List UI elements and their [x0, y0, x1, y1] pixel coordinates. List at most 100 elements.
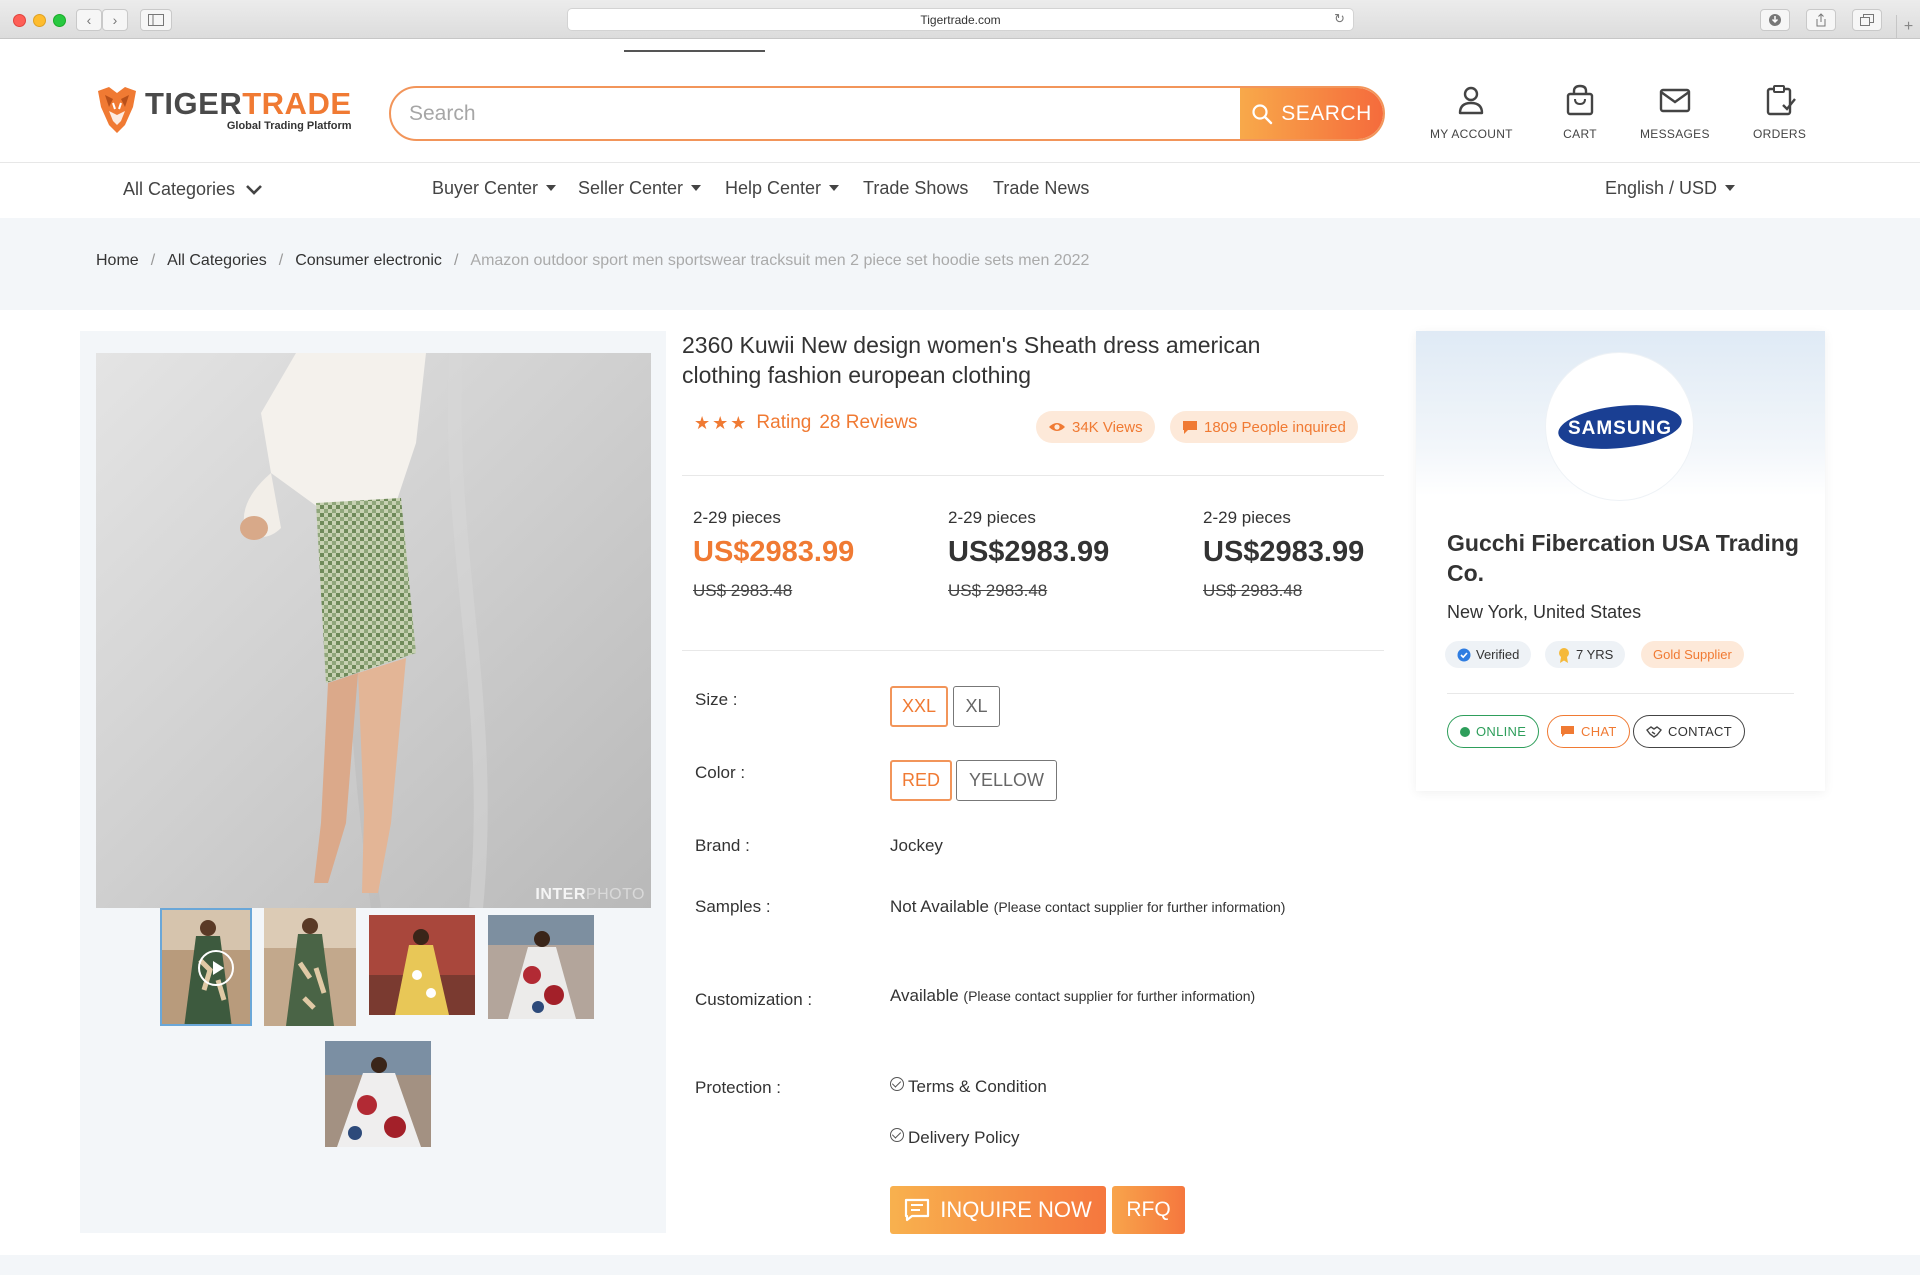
years-label: 7 YRS: [1576, 647, 1614, 662]
tier-original-price: US$ 2983.48: [693, 581, 793, 600]
protection-terms[interactable]: Terms & Condition: [890, 1073, 1047, 1101]
divider: [682, 650, 1384, 651]
online-status-button[interactable]: ONLINE: [1447, 715, 1540, 748]
thumbnail-image: [369, 915, 475, 1015]
minimize-window-button[interactable]: [33, 14, 46, 27]
inquire-now-button[interactable]: INQUIRE NOW: [890, 1186, 1106, 1234]
tiger-logo-icon: [98, 87, 136, 133]
breadcrumb-consumer-electronic[interactable]: Consumer electronic: [295, 252, 442, 270]
share-button[interactable]: [1806, 9, 1836, 31]
thumbnail-video[interactable]: [160, 908, 252, 1026]
nav-seller-center[interactable]: Seller Center: [578, 178, 702, 199]
messages-link[interactable]: MESSAGES: [1640, 83, 1710, 141]
breadcrumb-home[interactable]: Home: [96, 252, 139, 270]
trade-shows-label: Trade Shows: [863, 178, 969, 198]
customization-note: (Please contact supplier for further inf…: [963, 988, 1256, 1004]
tier-price: US$2983.99: [693, 536, 855, 568]
play-icon[interactable]: [198, 950, 234, 986]
thumbnail-3[interactable]: [369, 915, 475, 1015]
main-navigation: All Categories Buyer Center Seller Cente…: [0, 163, 1920, 218]
close-window-button[interactable]: [13, 14, 26, 27]
customization-value: Available (Please contact supplier for f…: [890, 982, 1370, 1010]
forward-button[interactable]: ›: [102, 9, 128, 31]
address-bar[interactable]: Tigertrade.com ↻: [567, 8, 1354, 31]
contact-label: CONTACT: [1668, 724, 1732, 739]
samples-label: Samples :: [695, 897, 771, 916]
nav-help-center[interactable]: Help Center: [725, 178, 840, 199]
caret-down-icon: [1725, 184, 1736, 191]
breadcrumb-bar: Home / All Categories / Consumer electro…: [0, 218, 1920, 310]
browser-toolbar: ‹ › Tigertrade.com ↻ +: [0, 0, 1920, 39]
envelope-icon: [1659, 88, 1691, 113]
supplier-logo[interactable]: SAMSUNG: [1546, 353, 1693, 500]
samples-note: (Please contact supplier for further inf…: [993, 899, 1286, 915]
samples-value: Not Available (Please contact supplier f…: [890, 893, 1290, 921]
search-input[interactable]: [391, 88, 1240, 139]
language-currency-dropdown[interactable]: English / USD: [1605, 178, 1736, 199]
language-currency-label: English / USD: [1605, 178, 1718, 198]
breadcrumb: Home / All Categories / Consumer electro…: [96, 252, 1089, 270]
supplier-card: SAMSUNG Gucchi Fibercation USA Trading C…: [1416, 331, 1825, 791]
sidebar-toggle-button[interactable]: [140, 9, 172, 31]
reload-icon[interactable]: ↻: [1334, 11, 1345, 27]
downloads-button[interactable]: [1760, 9, 1790, 31]
messages-label: MESSAGES: [1640, 127, 1710, 141]
cart-link[interactable]: CART: [1563, 83, 1597, 141]
protection-delivery[interactable]: Delivery Policy: [890, 1124, 1019, 1152]
thumbnail-2[interactable]: [264, 908, 356, 1026]
caret-down-icon: [546, 184, 557, 191]
all-categories-label: All Categories: [123, 179, 236, 199]
tier-quantity: 2-29 pieces: [1203, 508, 1291, 527]
color-option-red[interactable]: RED: [890, 760, 952, 801]
site-logo[interactable]: TIGERTRADE Global Trading Platform: [95, 85, 352, 135]
new-tab-button[interactable]: +: [1896, 15, 1920, 39]
all-categories-dropdown[interactable]: All Categories: [123, 179, 263, 200]
gold-supplier-badge: Gold Supplier: [1641, 641, 1744, 668]
product-rating[interactable]: ★★★ Rating 28 Reviews: [694, 412, 918, 434]
price-tier-3: 2-29 pieces US$2983.99 US$ 2983.48: [1203, 508, 1364, 601]
url-text: Tigertrade.com: [920, 12, 1001, 27]
rfq-button[interactable]: RFQ: [1112, 1186, 1185, 1234]
thumbnail-5[interactable]: [325, 1041, 431, 1147]
search-button[interactable]: SEARCH: [1240, 88, 1383, 139]
supplier-name[interactable]: Gucchi Fibercation USA Trading Co.: [1447, 528, 1807, 588]
size-label: Size :: [695, 690, 738, 709]
tabs-overview-button[interactable]: [1852, 9, 1882, 31]
page-footer-strip: [0, 1255, 1920, 1275]
eye-icon: [1049, 423, 1065, 431]
product-gallery: INTERPHOTO: [80, 331, 666, 1233]
color-option-yellow[interactable]: YELLOW: [956, 760, 1057, 801]
search-button-label: SEARCH: [1281, 101, 1372, 125]
trade-news-label: Trade News: [993, 178, 1090, 198]
tier-price: US$2983.99: [948, 536, 1110, 568]
gold-supplier-label: Gold Supplier: [1653, 647, 1732, 662]
main-product-image[interactable]: INTERPHOTO: [96, 353, 651, 908]
image-watermark: INTERPHOTO: [535, 886, 645, 904]
zoom-window-button[interactable]: [53, 14, 66, 27]
product-title: 2360 Kuwii New design women's Sheath dre…: [682, 332, 1261, 388]
breadcrumb-separator: /: [150, 252, 156, 269]
inquired-count: 1809 People inquired: [1204, 418, 1346, 436]
breadcrumb-separator: /: [453, 252, 459, 269]
handshake-icon: [1646, 725, 1662, 738]
size-option-xxl[interactable]: XXL: [890, 686, 948, 727]
supplier-location: New York, United States: [1447, 602, 1642, 622]
nav-trade-shows[interactable]: Trade Shows: [863, 178, 968, 199]
contact-button[interactable]: CONTACT: [1633, 715, 1745, 748]
brand-label: Brand :: [695, 836, 750, 855]
size-option-xl[interactable]: XL: [953, 686, 1000, 727]
customization-status: Available: [890, 986, 959, 1005]
price-tier-1: 2-29 pieces US$2983.99 US$ 2983.48: [693, 508, 854, 601]
check-circle-icon: [890, 1128, 904, 1142]
back-button[interactable]: ‹: [76, 9, 102, 31]
my-account-link[interactable]: MY ACCOUNT: [1430, 83, 1513, 141]
nav-buyer-center[interactable]: Buyer Center: [432, 178, 557, 199]
chat-icon: [1561, 725, 1574, 737]
chat-button[interactable]: CHAT: [1547, 715, 1630, 748]
color-label: Color :: [695, 763, 746, 782]
thumbnail-4[interactable]: [488, 915, 594, 1019]
nav-trade-news[interactable]: Trade News: [993, 178, 1089, 199]
chevron-down-icon: [246, 184, 262, 195]
breadcrumb-all-categories[interactable]: All Categories: [167, 252, 267, 270]
orders-link[interactable]: ORDERS: [1753, 83, 1806, 141]
